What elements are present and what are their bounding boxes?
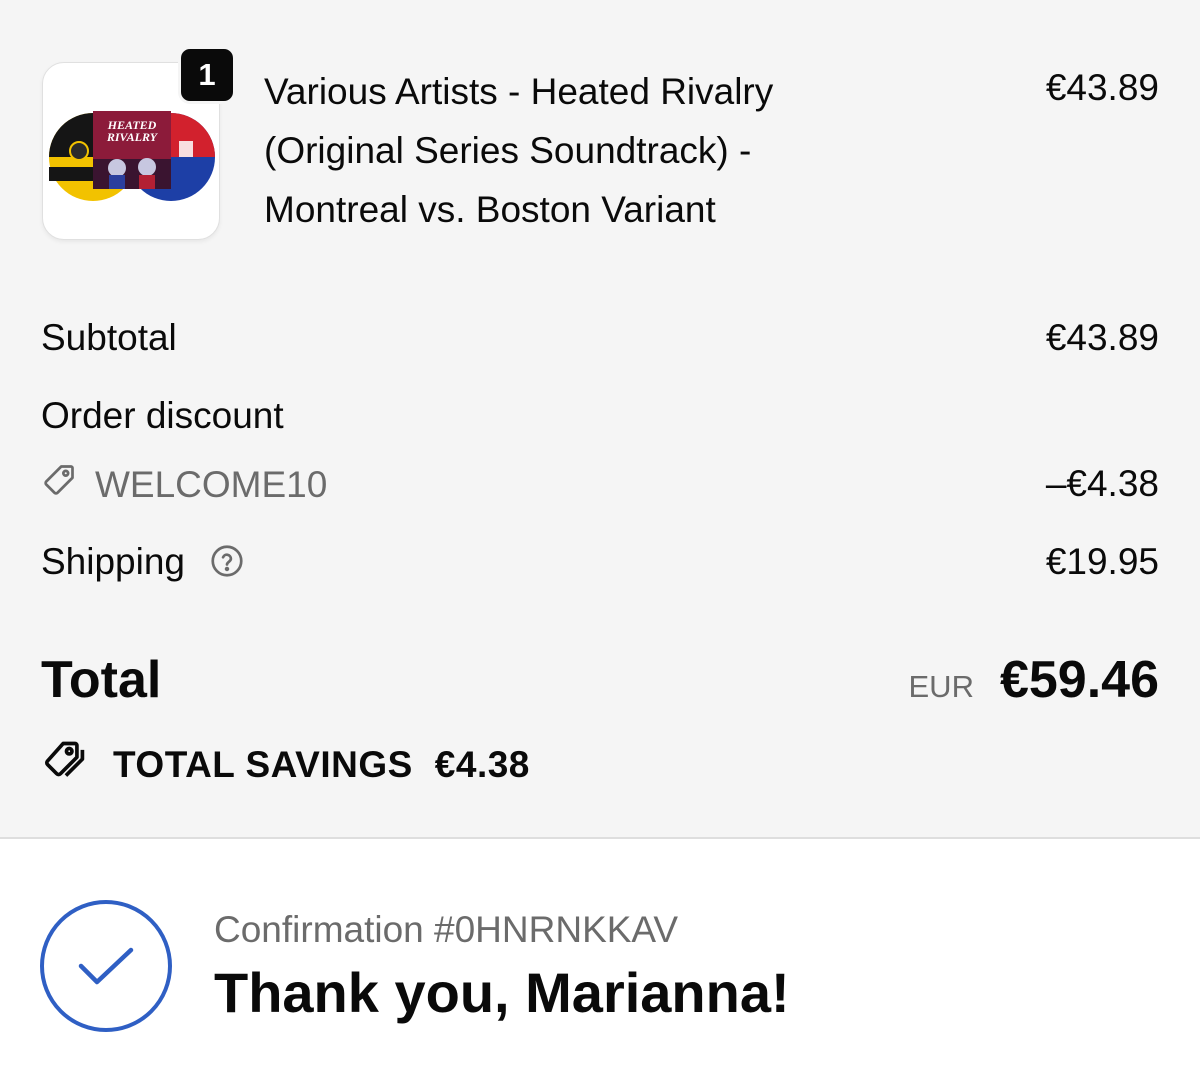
total-amount-group: EUR €59.46 [909, 650, 1160, 710]
subtotal-label: Subtotal [41, 317, 177, 358]
shipping-row-label: Shipping [41, 540, 245, 584]
product-price: €43.89 [1045, 67, 1159, 108]
subtotal-value: €43.89 [1045, 317, 1159, 358]
currency-code: EUR [908, 669, 974, 704]
tags-icon [41, 738, 113, 792]
total-savings-row: TOTAL SAVINGS €4.38 [41, 738, 530, 792]
total-savings-label: TOTAL SAVINGS [113, 744, 413, 785]
thank-you-heading: Thank you, Marianna! [214, 961, 790, 1024]
help-circle-icon[interactable] [209, 543, 245, 579]
order-discount-label: Order discount [41, 395, 284, 436]
shipping-value: €19.95 [1045, 541, 1159, 582]
discount-value: –€4.38 [1045, 463, 1159, 504]
total-savings-value: €4.38 [434, 744, 530, 785]
check-circle-icon [40, 900, 172, 1032]
discount-code-row: WELCOME10 [41, 462, 327, 508]
shipping-label: Shipping [41, 541, 186, 582]
tag-icon [41, 462, 95, 508]
product-title: Various Artists - Heated Rivalry (Origin… [264, 71, 774, 230]
total-value: €59.46 [999, 651, 1159, 709]
discount-code: WELCOME10 [95, 464, 328, 505]
order-summary: HEATED RIVALRY 1 Various Artists - Heate… [0, 0, 1200, 839]
confirmation-number: Confirmation #0HNRNKKAV [214, 909, 679, 950]
artwork-title-line2: RIVALRY [106, 130, 159, 144]
total-label: Total [41, 651, 162, 709]
quantity-badge: 1 [178, 46, 236, 104]
